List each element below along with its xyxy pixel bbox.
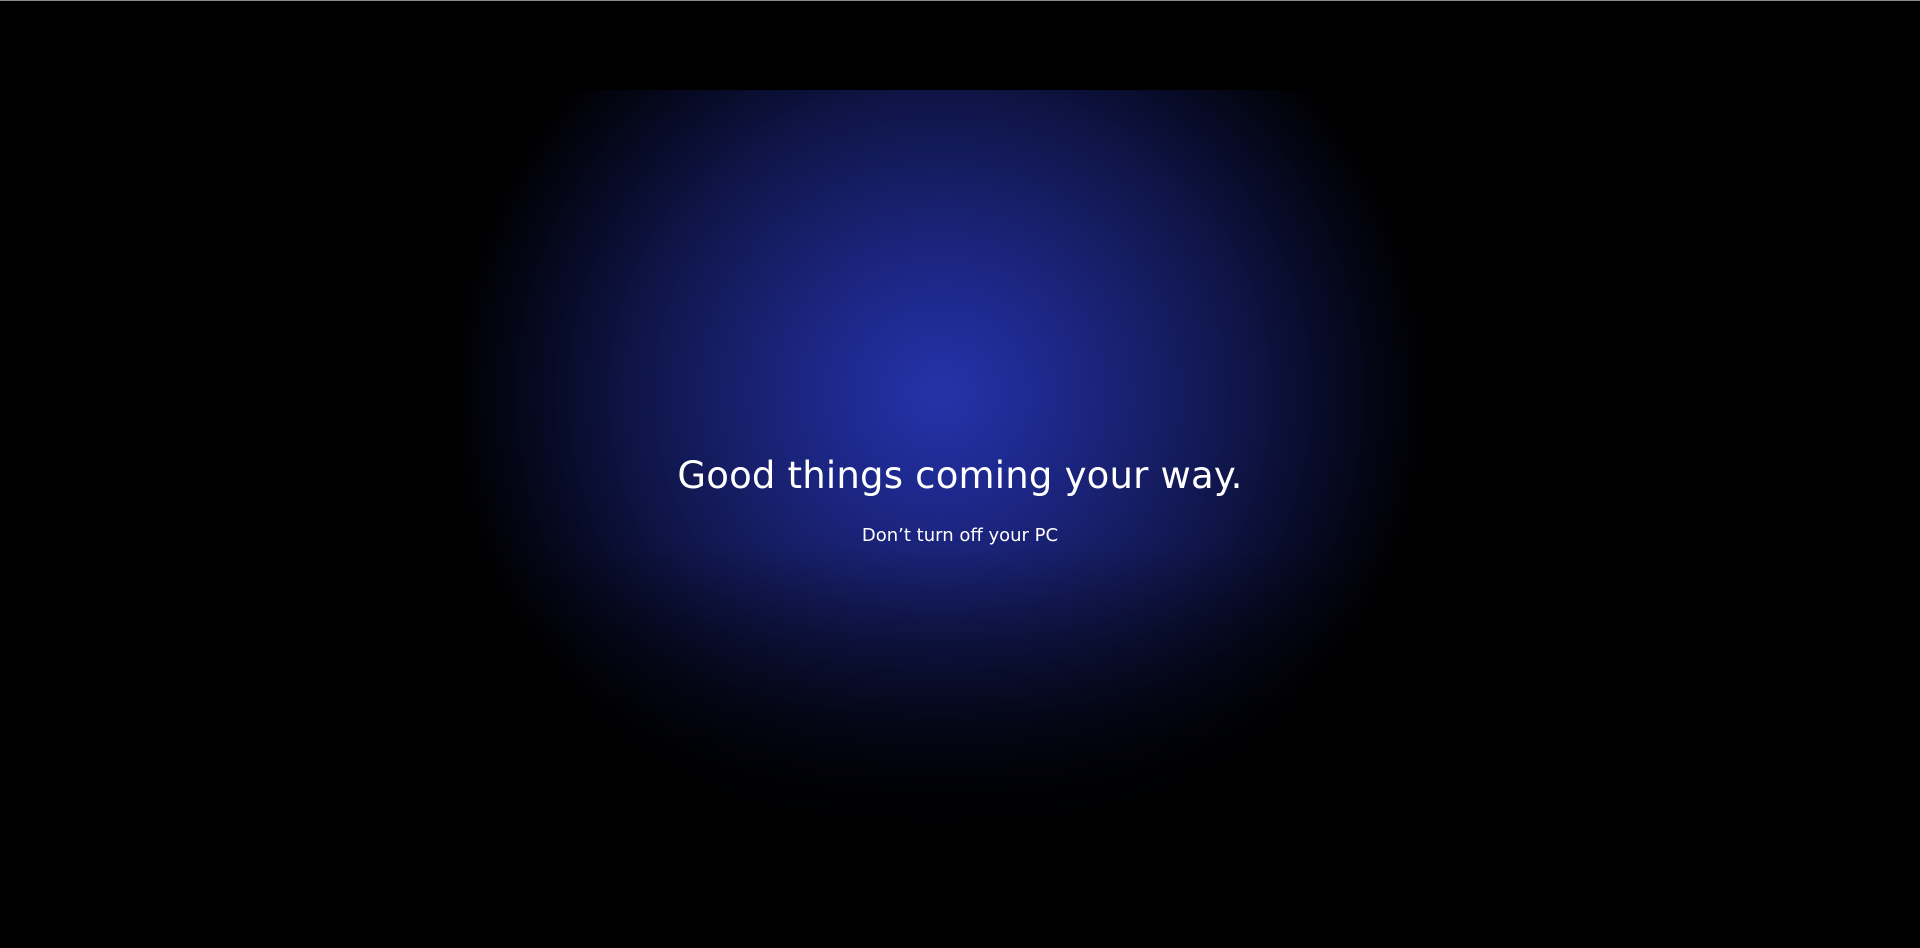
warning-text: Don’t turn off your PC — [861, 525, 1059, 546]
status-message: Good things coming your way. Don’t turn … — [0, 448, 1920, 550]
update-screen: Good things coming your way. Don’t turn … — [0, 0, 1920, 948]
headline-text: Good things coming your way. — [677, 454, 1243, 497]
top-border — [0, 0, 1920, 1]
